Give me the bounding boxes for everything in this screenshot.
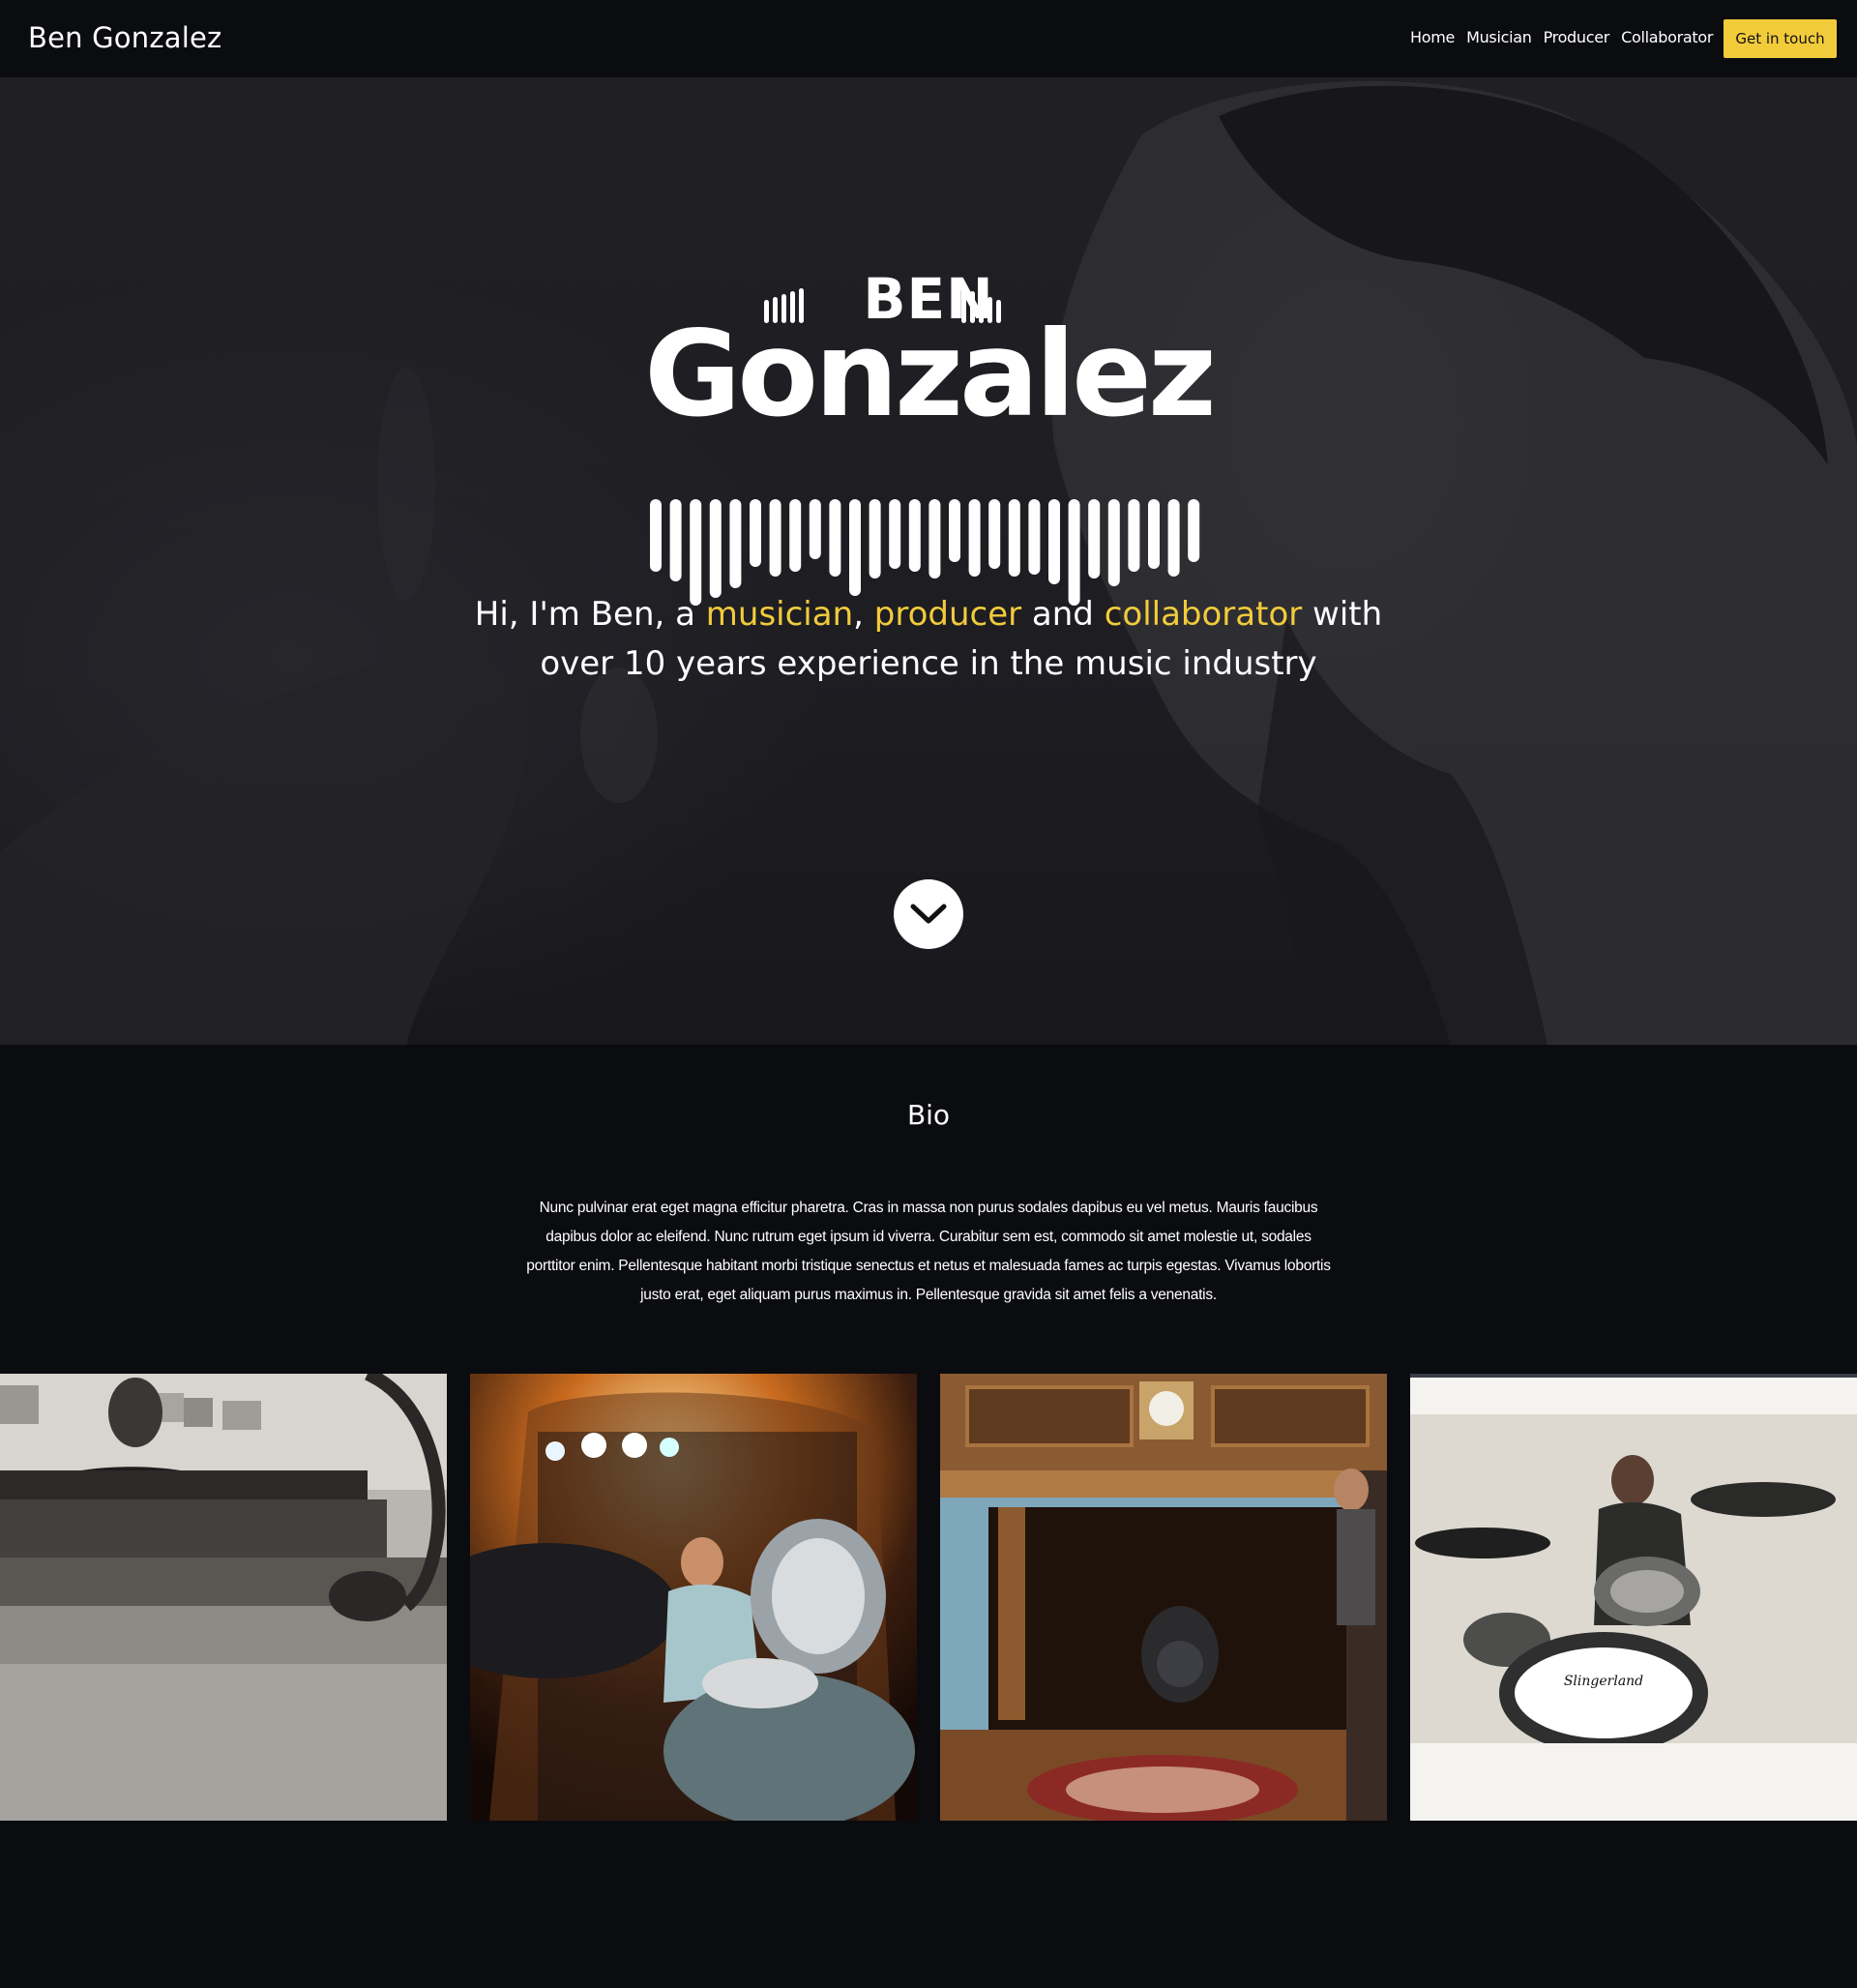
get-in-touch-button[interactable]: Get in touch xyxy=(1724,19,1837,58)
logo-last-name: Gonzalez xyxy=(644,306,1217,443)
logo-bar xyxy=(669,499,682,581)
logo-bar xyxy=(769,499,781,577)
logo-bar xyxy=(889,499,901,569)
logo-bar xyxy=(1188,499,1200,562)
nav-link-home[interactable]: Home xyxy=(1410,28,1455,46)
gallery-photo-polaroid-drummer[interactable]: Slingerland xyxy=(1410,1374,1857,1821)
drum-brand-text: Slingerland xyxy=(1564,1674,1643,1689)
tagline-musician: musician xyxy=(705,595,854,634)
logo-bar xyxy=(1107,499,1120,586)
logo-bar xyxy=(949,499,960,562)
logo-bar xyxy=(928,499,941,579)
logo-bar xyxy=(1167,499,1180,577)
nav-link-musician[interactable]: Musician xyxy=(1466,28,1532,46)
brand-name[interactable]: Ben Gonzalez xyxy=(28,21,221,54)
bio-heading: Bio xyxy=(906,1099,951,1131)
tagline-sep1: , xyxy=(853,595,874,634)
tagline-sep2: and xyxy=(1021,595,1105,634)
nav-link-collaborator[interactable]: Collaborator xyxy=(1621,28,1713,46)
logo-bar xyxy=(1148,499,1160,569)
logo-bar xyxy=(829,499,841,577)
logo-bar xyxy=(869,499,881,579)
top-navbar: Ben Gonzalez Home Musician Producer Coll… xyxy=(0,0,1857,77)
chevron-down-icon xyxy=(910,904,947,924)
nav-link-producer[interactable]: Producer xyxy=(1544,28,1610,46)
logo-bar xyxy=(809,499,821,559)
nav-links: Home Musician Producer Collaborator xyxy=(1410,28,1713,46)
tagline-collaborator: collaborator xyxy=(1104,595,1303,634)
logo-bar xyxy=(1048,499,1060,584)
bio-paragraph: Nunc pulvinar erat eget magna efficitur … xyxy=(526,1200,1331,1303)
hero-section: BEN Gonzalez Hi, I'm Ben, a musician, pr… xyxy=(0,77,1857,1045)
scroll-down-button[interactable] xyxy=(894,879,963,949)
logo-bar xyxy=(750,499,761,567)
logo-bar xyxy=(988,499,1001,569)
logo-bar xyxy=(789,499,802,572)
logo-bar xyxy=(1008,499,1020,577)
hero-logo: BEN Gonzalez xyxy=(638,271,1219,609)
logo-bar xyxy=(968,499,981,577)
photo-gallery: Slingerland xyxy=(0,1374,1857,1821)
logo-bar xyxy=(1028,499,1041,575)
logo-bar xyxy=(849,499,861,596)
tagline-producer: producer xyxy=(873,595,1022,634)
logo-bar xyxy=(908,499,921,572)
tagline-intro: Hi, I'm Ben, a xyxy=(474,595,706,634)
gallery-photo-studio[interactable] xyxy=(940,1374,1387,1821)
logo-bar xyxy=(729,499,742,588)
logo-bar xyxy=(1088,499,1101,579)
gallery-photo-stage-drummer[interactable] xyxy=(470,1374,917,1821)
hero-tagline: Hi, I'm Ben, a musician, producer and co… xyxy=(445,590,1412,689)
gallery-photo-keyboard[interactable] xyxy=(0,1374,447,1821)
logo-bar xyxy=(1128,499,1140,572)
logo-bar xyxy=(650,499,662,572)
logo-bar xyxy=(709,499,722,598)
